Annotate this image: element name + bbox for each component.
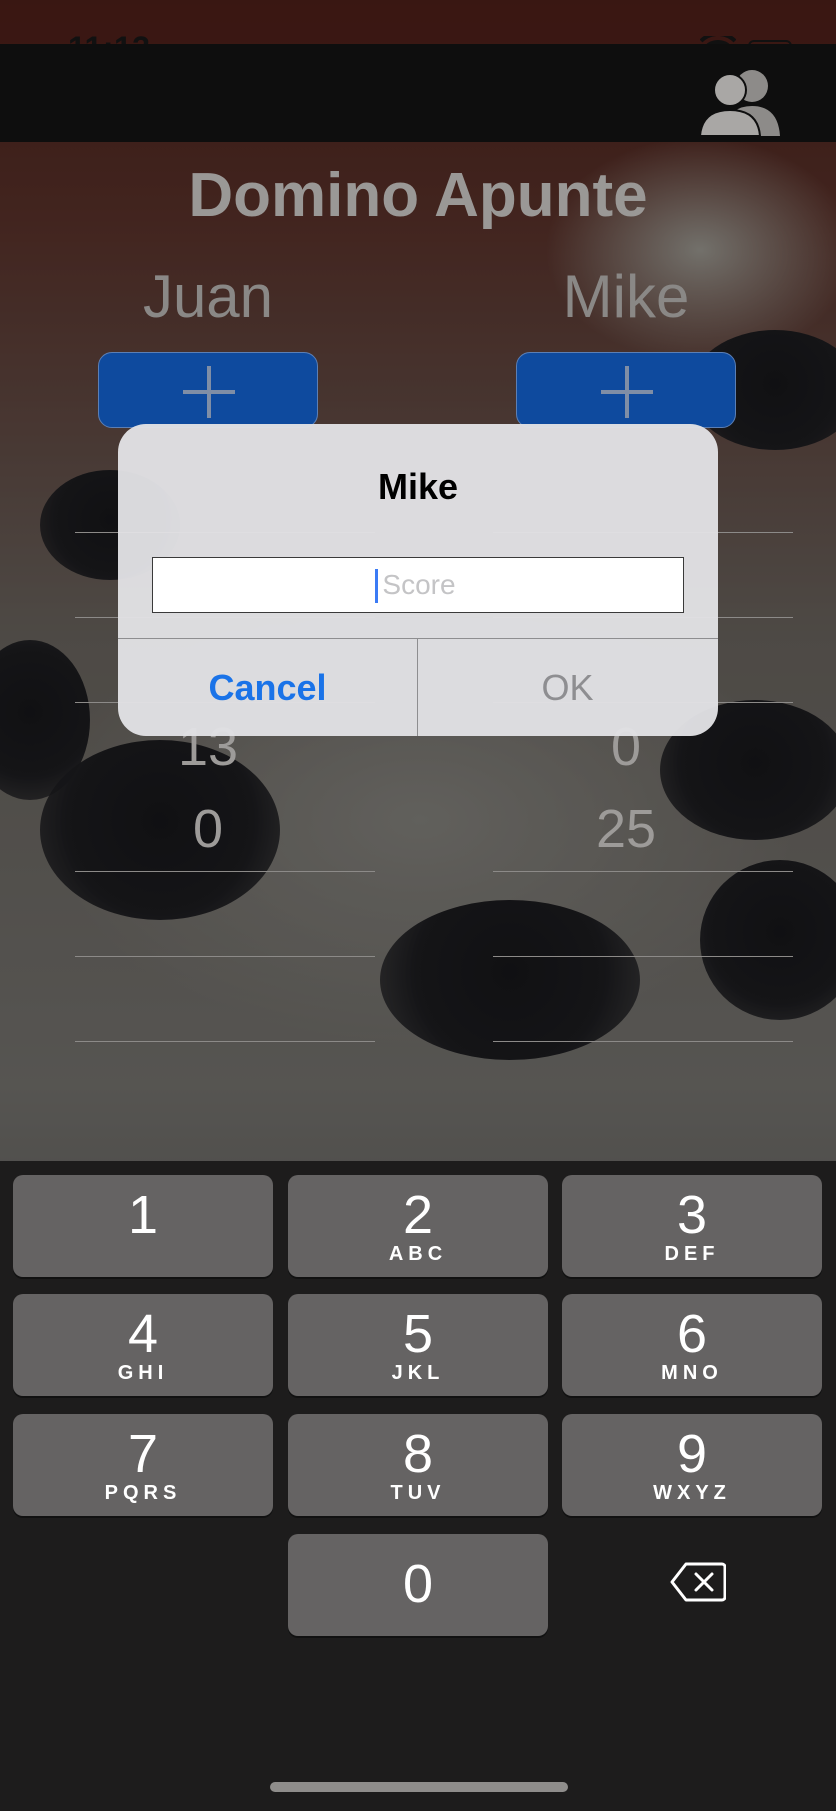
key-7[interactable]: 7 PQRS [13,1414,273,1516]
key-3[interactable]: 3 DEF [562,1175,822,1277]
add-score-button-mike[interactable] [516,352,736,428]
dialog-title: Mike [377,466,459,507]
key-digit: 8 [402,1424,434,1484]
key-letters: DEF [664,1243,720,1265]
key-letters: TUV [390,1482,446,1504]
status-bar: 11:13 [0,0,836,66]
player-name-mike: Mike [562,263,690,330]
score-divider [493,956,793,957]
key-digit: 0 [402,1554,434,1614]
key-letters: WXYZ [653,1482,731,1504]
key-letters: PQRS [104,1482,182,1504]
score-divider [75,871,375,872]
add-score-button-juan[interactable] [98,352,318,428]
players-icon[interactable] [690,66,792,136]
score-cell: 25 [595,799,657,859]
text-cursor [375,569,378,603]
navigation-bar [0,44,836,142]
ok-button[interactable]: OK [418,639,717,736]
key-9[interactable]: 9 WXYZ [562,1414,822,1516]
score-cell: 0 [192,799,224,859]
key-1[interactable]: 1 [13,1175,273,1277]
key-digit: 6 [676,1304,708,1364]
cancel-button[interactable]: Cancel [118,639,417,736]
key-8[interactable]: 8 TUV [288,1414,548,1516]
key-5[interactable]: 5 JKL [288,1294,548,1396]
key-letters: MNO [661,1362,723,1384]
key-digit: 1 [127,1185,159,1245]
backspace-icon[interactable] [670,1562,726,1602]
key-digit: 2 [402,1185,434,1245]
key-2[interactable]: 2 ABC [288,1175,548,1277]
score-divider [493,871,793,872]
player-name-juan: Juan [142,263,274,330]
score-divider [493,1041,793,1042]
key-letters: GHI [117,1362,169,1384]
key-digit: 7 [127,1424,159,1484]
score-input[interactable]: Score [152,557,684,613]
key-0[interactable]: 0 [288,1534,548,1636]
score-entry-dialog: Mike Score Cancel OK [118,424,718,736]
key-digit: 4 [127,1304,159,1364]
key-letters: JKL [391,1362,445,1384]
score-divider [75,956,375,957]
key-digit: 9 [676,1424,708,1484]
key-digit: 3 [676,1185,708,1245]
key-4[interactable]: 4 GHI [13,1294,273,1396]
app-title: Domino Apunte [188,161,648,230]
key-digit: 5 [402,1304,434,1364]
key-6[interactable]: 6 MNO [562,1294,822,1396]
score-input-placeholder: Score [382,569,456,600]
key-letters: ABC [388,1243,448,1265]
score-divider [75,1041,375,1042]
home-indicator [270,1782,568,1792]
